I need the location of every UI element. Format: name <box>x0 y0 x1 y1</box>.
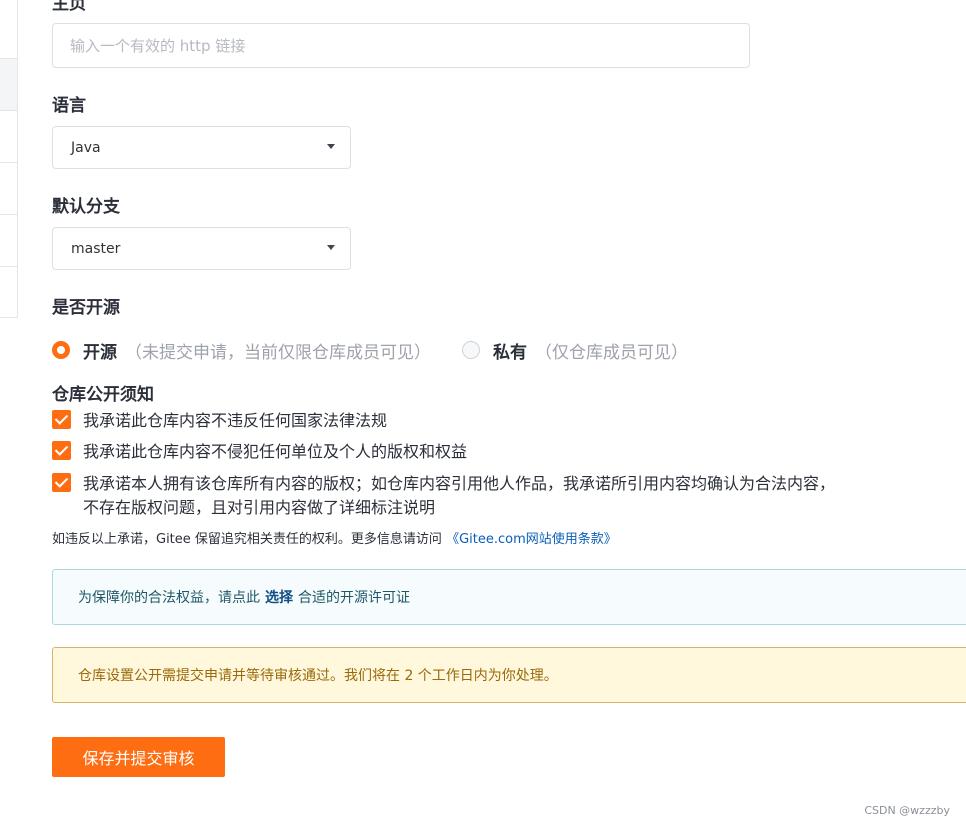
visibility-radio-group: 开源 （未提交申请，当前仅限仓库成员可见） 私有 （仅仓库成员可见） <box>52 338 688 363</box>
default-branch-select[interactable]: master <box>52 227 351 270</box>
choose-license-link[interactable]: 选择 <box>265 587 293 607</box>
sidebar-item[interactable] <box>0 0 18 59</box>
review-notice-box: 仓库设置公开需提交申请并等待审核通过。我们将在 2 个工作日内为你处理。 <box>52 647 966 703</box>
review-notice-text: 仓库设置公开需提交申请并等待审核通过。我们将在 2 个工作日内为你处理。 <box>78 668 558 684</box>
commitment-text-3-line2: 不存在版权问题，且对引用内容做了详细标注说明 <box>83 498 436 517</box>
radio-private-label[interactable]: 私有 <box>493 338 527 363</box>
radio-open-source-note: （未提交申请，当前仅限仓库成员可见） <box>125 342 431 363</box>
branch-selected-value: master <box>71 240 121 257</box>
radio-private-note: （仅仓库成员可见） <box>535 342 688 363</box>
default-branch-label: 默认分支 <box>52 197 120 217</box>
homepage-url-input[interactable] <box>52 23 750 68</box>
caret-down-icon <box>327 144 335 149</box>
commitment-item-1: 我承诺此仓库内容不违反任何国家法律法规 <box>52 409 387 433</box>
terms-disclaimer: 如违反以上承诺，Gitee 保留追究相关责任的权利。更多信息请访问 《Gitee… <box>52 528 617 547</box>
language-selected-value: Java <box>71 139 101 156</box>
sidebar-item[interactable] <box>0 163 18 215</box>
terms-link[interactable]: 《Gitee.com网站使用条款》 <box>446 532 617 547</box>
left-sidebar-edge <box>0 0 18 318</box>
commitment-text-2: 我承诺此仓库内容不侵犯任何单位及个人的版权和权益 <box>83 442 468 461</box>
license-tip-text-before: 为保障你的合法权益，请点此 <box>78 590 260 606</box>
caret-down-icon <box>327 245 335 250</box>
open-source-label: 是否开源 <box>52 298 120 318</box>
commitment-checkbox-3[interactable] <box>52 473 71 492</box>
save-and-submit-button[interactable]: 保存并提交审核 <box>52 737 225 777</box>
language-select[interactable]: Java <box>52 126 351 169</box>
sidebar-item[interactable] <box>0 267 18 318</box>
csdn-watermark: CSDN @wzzzby <box>864 804 950 817</box>
commitment-item-2: 我承诺此仓库内容不侵犯任何单位及个人的版权和权益 <box>52 440 467 464</box>
radio-open-source-label[interactable]: 开源 <box>83 338 117 363</box>
sidebar-item-active[interactable] <box>0 59 18 111</box>
license-tip-text-after: 合适的开源许可证 <box>298 590 410 606</box>
homepage-label: 主页 <box>52 0 86 14</box>
radio-private[interactable] <box>462 341 480 359</box>
commitment-text-3-line1: 我承诺本人拥有该仓库所有内容的版权；如仓库内容引用他人作品，我承诺所引用内容均确… <box>83 474 836 493</box>
disclaimer-text: 如违反以上承诺，Gitee 保留追究相关责任的权利。更多信息请访问 <box>52 532 442 547</box>
sidebar-item[interactable] <box>0 111 18 163</box>
commitment-item-3: 我承诺本人拥有该仓库所有内容的版权；如仓库内容引用他人作品，我承诺所引用内容均确… <box>52 472 835 520</box>
commitment-checkbox-1[interactable] <box>52 410 71 429</box>
sidebar-item[interactable] <box>0 215 18 267</box>
radio-open-source[interactable] <box>52 341 70 359</box>
language-label: 语言 <box>52 96 86 116</box>
license-tip-box: 为保障你的合法权益，请点此 选择 合适的开源许可证 <box>52 569 966 625</box>
commitment-text-1: 我承诺此仓库内容不违反任何国家法律法规 <box>83 411 388 430</box>
commitment-text-3: 我承诺本人拥有该仓库所有内容的版权；如仓库内容引用他人作品，我承诺所引用内容均确… <box>83 472 835 520</box>
public-notice-title: 仓库公开须知 <box>52 385 154 405</box>
commitment-checkbox-2[interactable] <box>52 441 71 460</box>
